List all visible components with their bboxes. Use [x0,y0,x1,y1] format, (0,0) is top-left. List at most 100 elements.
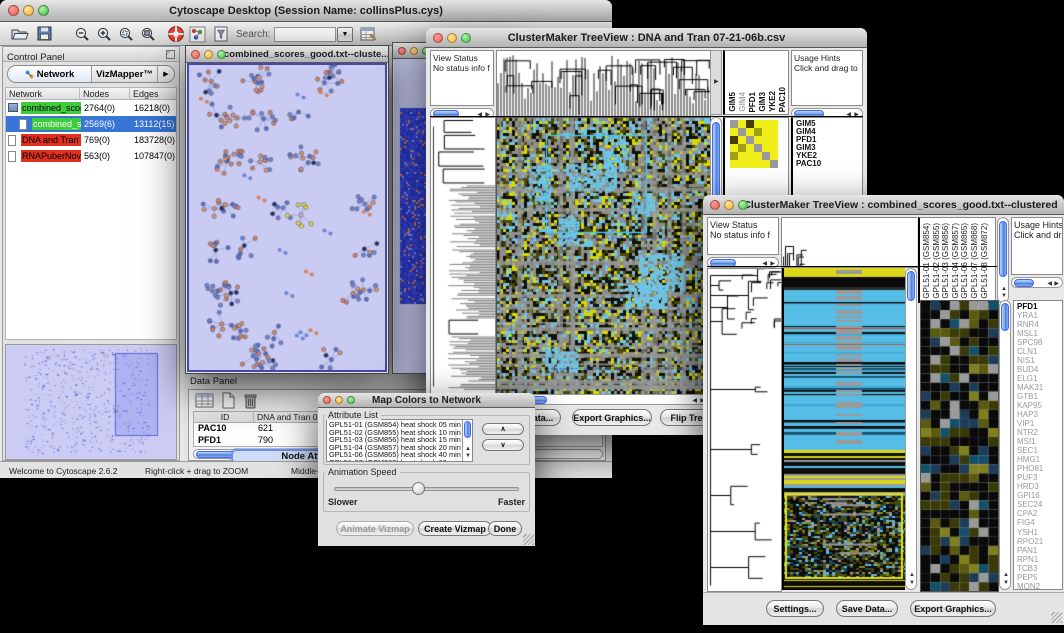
create-vizmap-button[interactable]: Create Vizmap [418,521,492,536]
minimize-icon[interactable] [724,200,734,210]
dialog-titlebar[interactable]: Map Colors to Network [318,393,535,408]
vizmap-shapes-icon[interactable] [189,26,206,43]
matrix-cell[interactable] [746,160,754,168]
matrix-cell[interactable] [738,152,746,160]
close-icon[interactable] [191,50,200,59]
close-icon[interactable] [398,47,406,55]
search-input[interactable] [274,27,336,42]
matrix-cell[interactable] [754,128,762,136]
tv1-column-dendrogram[interactable] [496,50,711,117]
network-list-row[interactable]: RNAPuberNov2+563(0)107847(0) [6,148,176,164]
tv1-export-graphics-button[interactable]: Export Graphics... [572,409,652,426]
zoom-fit-icon[interactable] [140,26,157,43]
close-icon[interactable] [710,200,720,210]
move-attribute-down-button[interactable]: ∨ [482,439,524,451]
matrix-cell[interactable] [738,160,746,168]
animation-speed-slider[interactable] [334,487,519,491]
matrix-cell[interactable] [738,120,746,128]
zoom-window-icon[interactable] [347,396,355,404]
minimize-icon[interactable] [204,50,213,59]
tab-network[interactable]: Network [8,66,92,82]
close-icon[interactable] [433,33,443,43]
matrix-cell[interactable] [770,152,778,160]
matrix-cell[interactable] [770,128,778,136]
matrix-cell[interactable] [746,136,754,144]
attribute-list-item[interactable]: GPL51-07 (GSM868) heat shock 60 min [329,459,472,462]
matrix-cell[interactable] [762,120,770,128]
save-icon[interactable] [37,26,53,42]
tv2-zoom-heatmap[interactable] [920,300,999,592]
tv2-zoom-vscrollbar[interactable]: ▲▼ [999,300,1011,590]
matrix-cell[interactable] [762,128,770,136]
minimize-icon[interactable] [23,5,34,16]
network1-view[interactable] [187,63,387,372]
search-dropdown-button[interactable]: ▼ [337,27,353,42]
zoom-window-icon[interactable] [738,200,748,210]
open-folder-icon[interactable] [10,26,30,42]
network-overview-panel[interactable] [5,344,177,460]
matrix-cell[interactable] [730,144,738,152]
network-list-row[interactable]: combined_sco2569(6)13112(15) [6,116,176,132]
zoom-in-icon[interactable] [96,26,113,43]
main-titlebar[interactable]: Cytoscape Desktop (Session Name: collins… [0,0,612,22]
delete-attribute-icon[interactable] [243,392,258,409]
matrix-cell[interactable] [730,136,738,144]
zoom-window-icon[interactable] [461,33,471,43]
zoom-window-icon[interactable] [217,50,226,59]
network1-canvas[interactable] [189,65,385,370]
matrix-cell[interactable] [730,128,738,136]
matrix-cell[interactable] [746,128,754,136]
matrix-cell[interactable] [754,152,762,160]
matrix-cell[interactable] [770,144,778,152]
column-header-id[interactable]: ID [194,412,254,423]
matrix-cell[interactable] [762,144,770,152]
matrix-cell[interactable] [738,136,746,144]
matrix-cell[interactable] [770,120,778,128]
filter-doc-icon[interactable] [213,26,230,43]
dialog-resize-grip[interactable] [523,534,534,545]
move-attribute-up-button[interactable]: ∧ [482,423,524,435]
matrix-cell[interactable] [762,152,770,160]
tv2-resize-grip[interactable] [1051,612,1062,623]
tv2-column-labels-scrollbar[interactable]: ▲▼ [997,217,1009,303]
matrix-cell[interactable] [762,160,770,168]
slider-thumb[interactable] [412,482,425,495]
minimize-icon[interactable] [335,396,343,404]
table-edit-icon[interactable] [360,26,378,43]
attribute-list-scrollbar[interactable]: ▲▼ [462,420,472,461]
treeview1-titlebar[interactable]: ClusterMaker TreeView : DNA and Tran 07-… [426,28,867,48]
network-list-row[interactable]: combined_scores_2764(0)16218(0) [6,100,176,116]
attribute-list[interactable]: GPL51-01 (GSM854) heat shock 05 minGPL51… [326,419,473,462]
zoom-window-icon[interactable] [38,5,49,16]
tv2-usage-hints-scrollbar[interactable]: ◀▶ [1011,277,1063,288]
treeview2-titlebar[interactable]: ClusterMaker TreeView : combined_scores_… [703,195,1064,215]
tv2-global-vscrollbar[interactable]: ▲▼ [905,268,917,590]
matrix-cell[interactable] [754,136,762,144]
overview-canvas[interactable] [6,345,176,459]
minimize-icon[interactable] [447,33,457,43]
matrix-cell[interactable] [770,160,778,168]
network1-titlebar[interactable]: combined_scores_good.txt--cluste... [186,46,388,63]
new-attribute-icon[interactable] [221,392,236,409]
tv2-column-dendrogram[interactable] [781,217,918,268]
zoom-selected-icon[interactable] [118,26,135,43]
close-icon[interactable] [8,5,19,16]
tv2-export-graphics-button[interactable]: Export Graphics... [910,600,996,617]
minimize-icon[interactable] [410,47,418,55]
float-panel-icon[interactable] [166,50,175,59]
help-lifering-icon[interactable] [167,25,185,43]
matrix-cell[interactable] [730,160,738,168]
matrix-cell[interactable] [754,120,762,128]
matrix-cell[interactable] [738,144,746,152]
matrix-cell[interactable] [754,160,762,168]
tv2-global-heatmap[interactable] [782,268,905,590]
matrix-cell[interactable] [770,136,778,144]
zoom-out-icon[interactable] [74,26,91,43]
network-list-row[interactable]: DNA and Tran 07769(0)183728(0) [6,132,176,148]
matrix-cell[interactable] [746,120,754,128]
tv2-row-dendrogram[interactable] [707,268,782,592]
table-grid-icon[interactable] [195,393,214,408]
done-button[interactable]: Done [488,521,522,536]
tv2-settings-button[interactable]: Settings... [766,600,824,617]
tv2-save-data-button[interactable]: Save Data... [836,600,898,617]
